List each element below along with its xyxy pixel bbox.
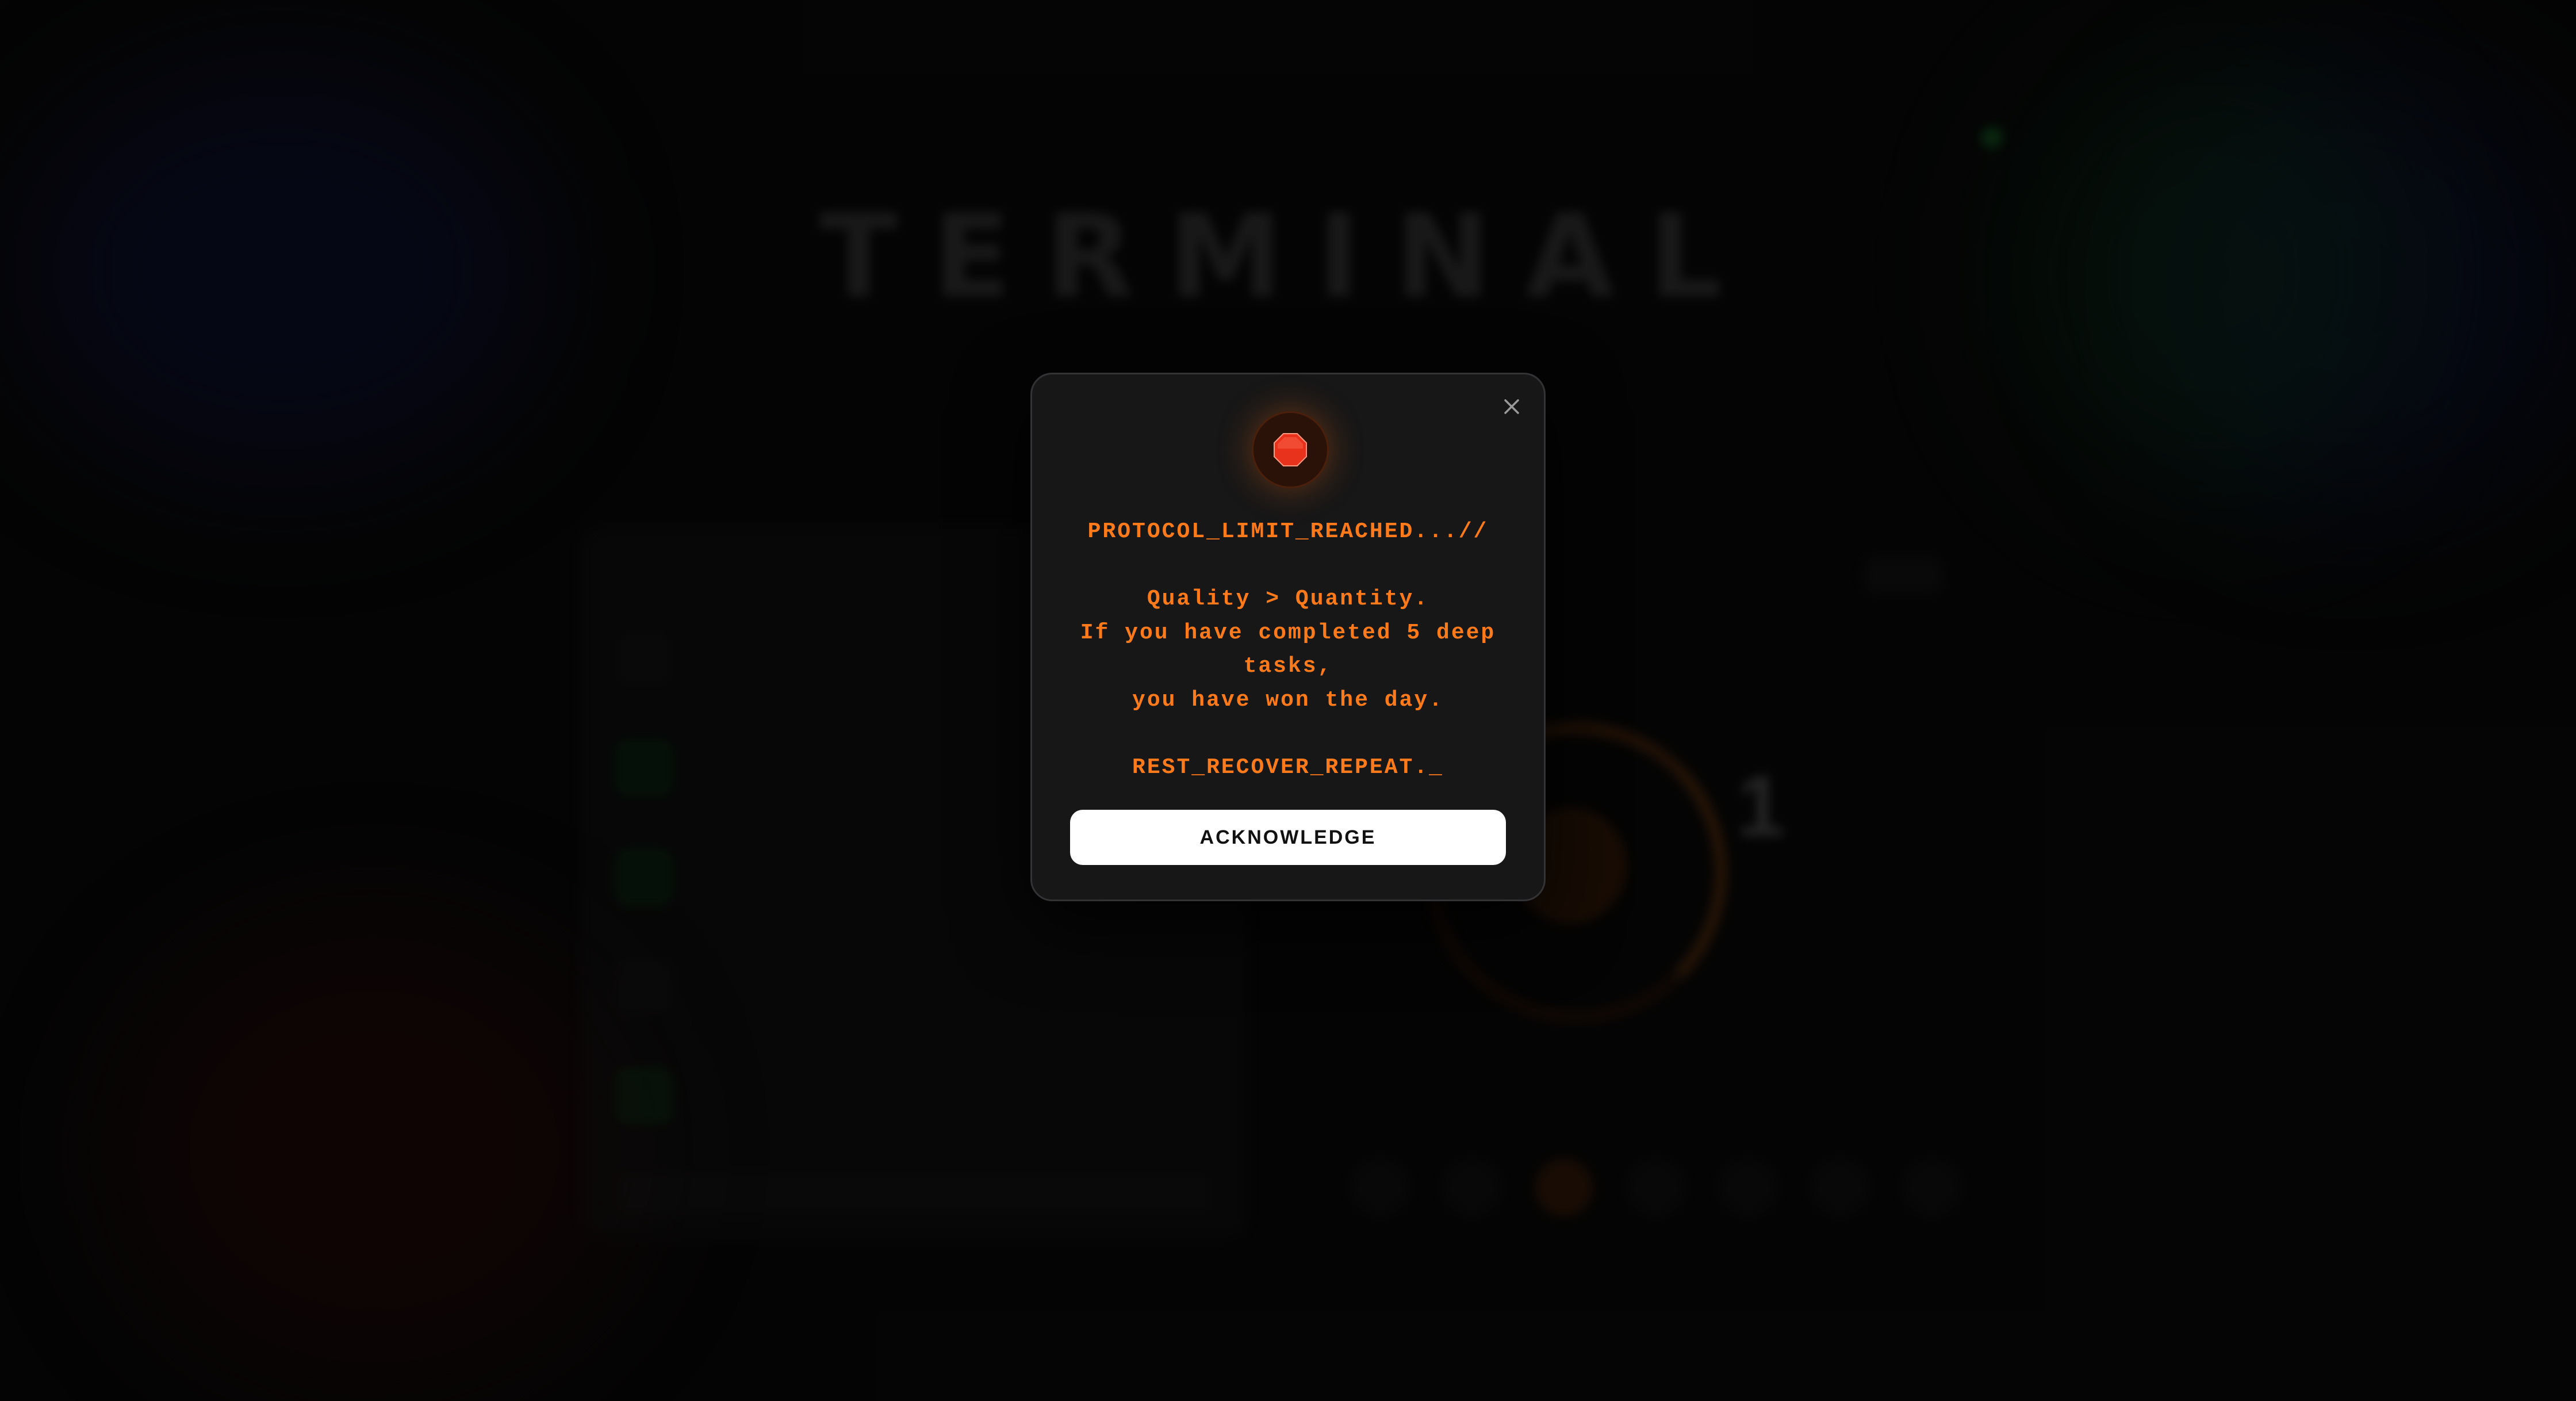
- dialog-footer-line: REST_RECOVER_REPEAT._: [1132, 755, 1444, 780]
- close-button[interactable]: [1496, 391, 1528, 423]
- stop-sign-icon: [1274, 433, 1307, 466]
- dialog-line: you have won the day.: [1132, 687, 1444, 713]
- protocol-limit-dialog: PROTOCOL_LIMIT_REACHED...// Quality > Qu…: [1030, 373, 1546, 901]
- dialog-message: PROTOCOL_LIMIT_REACHED...// Quality > Qu…: [1067, 515, 1509, 784]
- dialog-line: If you have completed 5 deep tasks,: [1080, 620, 1496, 679]
- acknowledge-button[interactable]: ACKNOWLEDGE: [1070, 810, 1506, 865]
- dialog-heading: PROTOCOL_LIMIT_REACHED...//: [1087, 519, 1489, 544]
- close-icon: [1504, 399, 1519, 414]
- dialog-line: Quality > Quantity.: [1147, 587, 1429, 611]
- stop-sign-badge: [1252, 411, 1329, 488]
